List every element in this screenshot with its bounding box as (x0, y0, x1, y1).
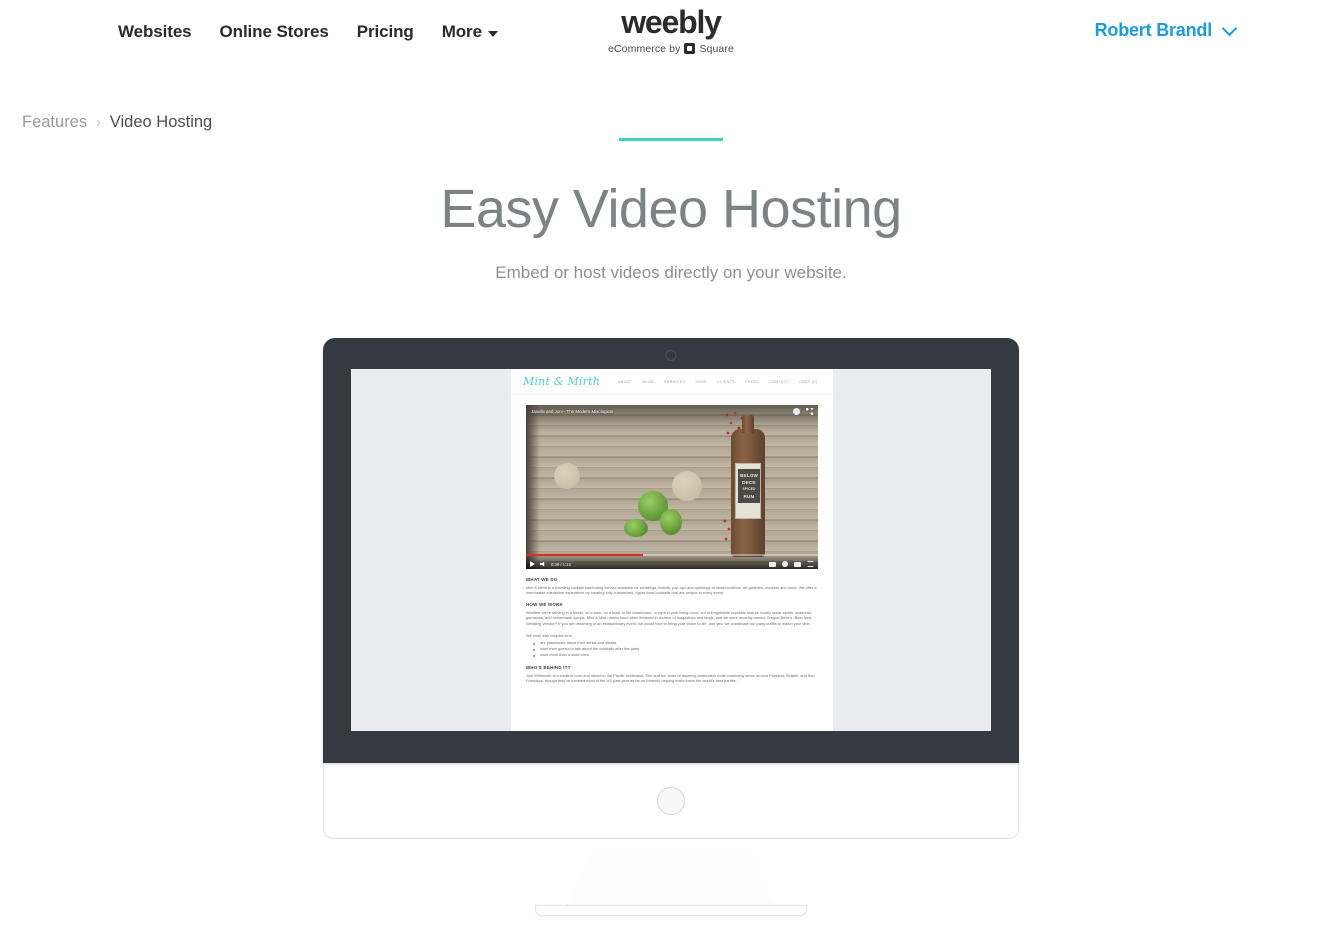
video-title: Janelle and Joni - The Modern Mixologist… (531, 409, 614, 414)
top-navigation-bar: Websites Online Stores Pricing More weeb… (0, 0, 1342, 66)
fullscreen-icon[interactable] (807, 561, 814, 567)
user-name-label: Robert Brandl (1094, 20, 1213, 40)
bottle-label-line1: BELOW (739, 473, 759, 478)
play-icon[interactable] (530, 561, 535, 567)
video-prop-bottle: BELOW DECK SPICED RUM (731, 415, 765, 557)
section-heading-whos-behind-it: WHO'S BEHIND IT? (526, 665, 571, 671)
section-body-what-we-do: Mint & Mirth is a traveling cocktail bar… (526, 584, 817, 595)
preview-nav-services[interactable]: SERVICES (664, 380, 685, 384)
monitor-stand (567, 839, 775, 905)
breadcrumb-link-features[interactable]: Features (22, 113, 87, 132)
video-top-controls (793, 408, 813, 415)
monitor-screen: Mint & Mirth ABOUT BLOG SERVICES SHOP CL… (351, 369, 991, 731)
preview-site-logo[interactable]: Mint & Mirth (523, 375, 600, 388)
preview-nav-cart[interactable]: CART (0) (799, 380, 817, 384)
section-heading-how-we-work: HOW WE WORK (526, 602, 563, 608)
list-item: want more than a soda crew (526, 652, 818, 658)
video-progress-bar[interactable] (526, 554, 818, 556)
volume-icon[interactable] (540, 561, 545, 567)
breadcrumb-current-page: Video Hosting (109, 113, 213, 131)
section-heading-what-we-do: WHAT WE DO (526, 577, 558, 582)
bottle-neck (742, 415, 754, 433)
bottle-label: BELOW DECK SPICED RUM (735, 463, 761, 519)
section-body-how-we-work: Whether we're serving in a forest, on a … (526, 609, 812, 626)
video-background-art (526, 405, 540, 569)
preview-website: Mint & Mirth ABOUT BLOG SERVICES SHOP CL… (351, 369, 991, 731)
preview-page-canvas: Mint & Mirth ABOUT BLOG SERVICES SHOP CL… (511, 369, 833, 731)
bottle-label-line2: DECK (742, 480, 756, 485)
hero-accent-bar (619, 138, 723, 141)
preview-nav-contact[interactable]: CONTACT (769, 380, 789, 384)
preview-bullet-list: are passionate about their drinks and de… (526, 640, 818, 658)
settings-gear-icon[interactable] (782, 561, 788, 567)
theater-mode-icon[interactable] (794, 561, 801, 567)
preview-site-header: Mint & Mirth ABOUT BLOG SERVICES SHOP CL… (511, 369, 833, 395)
video-timestamp: 0:39 / 1:14 (551, 561, 571, 567)
bottle-label-line4: RUM (743, 494, 755, 499)
captions-icon[interactable] (769, 561, 776, 567)
monitor-mockup: Mint & Mirth ABOUT BLOG SERVICES SHOP CL… (0, 338, 1342, 916)
video-control-bar: 0:39 / 1:14 (526, 553, 818, 569)
monitor-bezel: Mint & Mirth ABOUT BLOG SERVICES SHOP CL… (323, 338, 1019, 763)
video-prop-circle (672, 471, 702, 501)
logo-wordmark: weebly (621, 4, 722, 40)
list-intro-text: We work with couples who... (526, 633, 576, 639)
preview-nav-blog[interactable]: BLOG (642, 380, 654, 384)
user-account-menu[interactable]: Robert Brandl (1094, 20, 1238, 41)
page-subtitle: Embed or host videos directly on your we… (495, 263, 847, 282)
bottle-label-line3: SPICED (742, 487, 756, 491)
watch-later-icon[interactable] (793, 408, 800, 415)
video-prop-lime (624, 519, 648, 537)
video-right-controls (769, 561, 814, 567)
logo-tagline-pre: eCommerce by (608, 42, 681, 55)
section-body-whos-behind-it: Joni Whitworth is a creative born and ra… (526, 672, 815, 684)
hero-section: Easy Video Hosting Embed or host videos … (0, 138, 1342, 283)
preview-nav-about[interactable]: ABOUT (618, 380, 632, 384)
preview-site-nav: ABOUT BLOG SERVICES SHOP CLIENTS PRESS C… (618, 380, 817, 384)
video-prop-lime (660, 509, 682, 535)
preview-nav-shop[interactable]: SHOP (695, 380, 707, 384)
page-title: Easy Video Hosting (440, 179, 902, 239)
preview-body-content: WHAT WE DO Mint & Mirth is a traveling c… (526, 577, 818, 691)
embedded-video-player[interactable]: BELOW DECK SPICED RUM Janelle and Joni -… (526, 405, 818, 569)
breadcrumb: Features › Video Hosting (22, 113, 212, 132)
logo-tagline: eCommerce by Square (608, 43, 734, 55)
video-left-controls: 0:39 / 1:14 (530, 561, 571, 567)
chevron-down-icon (1221, 20, 1238, 36)
square-logo-icon (684, 43, 696, 55)
breadcrumb-separator-icon: › (96, 113, 101, 130)
video-progress-fill (526, 554, 643, 556)
preview-nav-press[interactable]: PRESS (745, 380, 759, 384)
bottle-label-text: BELOW DECK SPICED RUM (738, 469, 760, 503)
logo-tagline-post: Square (699, 42, 734, 55)
share-icon[interactable] (806, 408, 813, 415)
camera-dot-icon (665, 350, 677, 361)
monitor-stand-base (535, 905, 807, 916)
monitor-chin (323, 763, 1019, 839)
home-button-icon[interactable] (657, 786, 685, 815)
video-prop-circle (554, 463, 580, 489)
preview-nav-clients[interactable]: CLIENTS (717, 380, 735, 384)
